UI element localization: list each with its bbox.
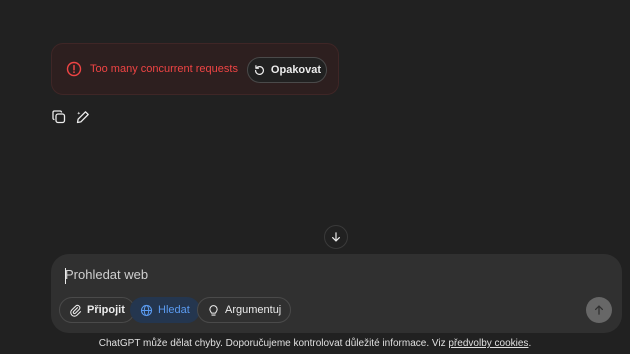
- paperclip-icon: [70, 304, 82, 317]
- text-caret: [65, 268, 66, 284]
- error-banner: Too many concurrent requests Opakovat: [51, 43, 339, 95]
- globe-icon: [140, 304, 153, 316]
- prompt-input[interactable]: [65, 267, 585, 282]
- reason-label: Argumentuj: [225, 304, 282, 316]
- scroll-down-button[interactable]: [324, 225, 348, 249]
- error-message: Too many concurrent requests: [90, 63, 238, 75]
- alert-circle-icon: [66, 61, 82, 77]
- retry-button[interactable]: Opakovat: [247, 57, 327, 83]
- arrow-down-icon: [332, 232, 340, 242]
- reason-button[interactable]: Argumentuj: [197, 297, 292, 323]
- retry-icon: [254, 64, 264, 75]
- retry-label: Opakovat: [270, 64, 322, 76]
- send-button[interactable]: [586, 297, 612, 323]
- composer: Připojit Hledat Argumentuj: [51, 254, 622, 333]
- disclaimer-text: ChatGPT může dělat chyby. Doporučujeme k…: [98, 338, 449, 349]
- search-label: Hledat: [158, 304, 190, 316]
- lightbulb-icon: [209, 304, 218, 316]
- copy-icon[interactable]: [51, 109, 67, 125]
- search-button[interactable]: Hledat: [130, 297, 200, 323]
- arrow-up-icon: [594, 305, 604, 315]
- cookie-preferences-link[interactable]: předvolby cookies: [448, 338, 528, 349]
- disclaimer-suffix: .: [528, 338, 532, 349]
- attach-button[interactable]: Připojit: [59, 297, 135, 323]
- disclaimer-footer: ChatGPT může dělat chyby. Doporučujeme k…: [0, 338, 630, 349]
- attach-label: Připojit: [87, 304, 125, 316]
- edit-icon[interactable]: [75, 109, 91, 125]
